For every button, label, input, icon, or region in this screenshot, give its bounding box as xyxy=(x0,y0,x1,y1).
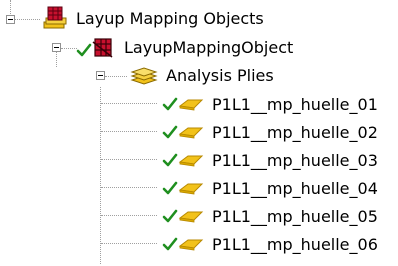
ply-label: P1L1__mp_huelle_06 xyxy=(212,235,378,254)
check-icon xyxy=(162,181,178,195)
tree-branch-line xyxy=(101,243,157,245)
tree-line-level2 xyxy=(100,87,102,264)
check-icon xyxy=(162,209,178,223)
tree-item-label: LayupMappingObject xyxy=(124,38,294,57)
ply-label: P1L1__mp_huelle_01 xyxy=(212,95,378,114)
tree-branch-line xyxy=(105,76,127,78)
collapse-toggle[interactable] xyxy=(52,43,61,52)
layup-mapping-objects-icon xyxy=(43,6,67,29)
ply-item[interactable]: P1L1__mp_huelle_05 xyxy=(212,203,378,231)
tree-branch-line xyxy=(101,159,157,161)
ply-icon xyxy=(178,155,204,167)
collapse-toggle[interactable] xyxy=(6,15,15,24)
layup-tree: Layup Mapping Objects LayupMappingObject… xyxy=(0,0,398,266)
check-icon xyxy=(76,43,92,57)
ply-icon xyxy=(178,211,204,223)
ply-label: P1L1__mp_huelle_02 xyxy=(212,123,378,142)
tree-branch-line xyxy=(101,103,157,105)
ply-icon xyxy=(178,239,204,251)
check-icon xyxy=(162,153,178,167)
tree-item-label: Analysis Plies xyxy=(166,66,274,85)
collapse-toggle[interactable] xyxy=(96,71,105,80)
tree-branch-line xyxy=(101,215,157,217)
ply-item[interactable]: P1L1__mp_huelle_04 xyxy=(212,175,378,203)
layup-mapping-object-icon xyxy=(92,38,113,58)
tree-item-layup-mapping-object[interactable]: LayupMappingObject xyxy=(124,34,293,62)
ply-item[interactable]: P1L1__mp_huelle_02 xyxy=(212,119,378,147)
check-icon xyxy=(162,97,178,111)
tree-branch-line xyxy=(61,48,77,50)
tree-branch-line xyxy=(101,187,157,189)
ply-icon xyxy=(178,183,204,195)
ply-label: P1L1__mp_huelle_05 xyxy=(212,207,378,226)
ply-item[interactable]: P1L1__mp_huelle_06 xyxy=(212,231,378,259)
ply-label: P1L1__mp_huelle_03 xyxy=(212,151,378,170)
ply-item[interactable]: P1L1__mp_huelle_03 xyxy=(212,147,378,175)
tree-item-layup-mapping-objects[interactable]: Layup Mapping Objects xyxy=(76,5,264,33)
ply-label: P1L1__mp_huelle_04 xyxy=(212,179,378,198)
ply-icon xyxy=(178,127,204,139)
tree-line-level1 xyxy=(56,52,58,67)
tree-item-label: Layup Mapping Objects xyxy=(76,9,264,28)
tree-item-analysis-plies[interactable]: Analysis Plies xyxy=(166,62,274,90)
check-icon xyxy=(162,237,178,251)
ply-item[interactable]: P1L1__mp_huelle_01 xyxy=(212,91,378,119)
tree-branch-line xyxy=(15,19,40,21)
ply-icon xyxy=(178,99,204,111)
tree-branch-line xyxy=(101,131,157,133)
analysis-plies-stack-icon xyxy=(130,67,158,85)
check-icon xyxy=(162,125,178,139)
